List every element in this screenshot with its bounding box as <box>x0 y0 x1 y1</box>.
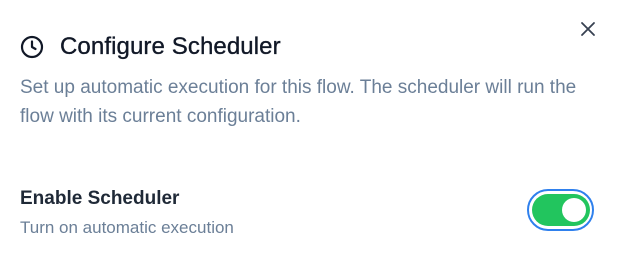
dialog-description: Set up automatic execution for this flow… <box>20 77 577 127</box>
enable-scheduler-label: Enable Scheduler <box>20 188 180 209</box>
toggle-track <box>531 194 590 226</box>
enable-scheduler-sublabel: Turn on automatic execution <box>20 218 234 237</box>
configure-scheduler-dialog: Configure Scheduler Set up automatic exe… <box>0 0 624 273</box>
close-button[interactable] <box>578 21 598 41</box>
dialog-header: Configure Scheduler <box>20 32 281 62</box>
dialog-title: Configure Scheduler <box>60 33 281 60</box>
toggle-knob <box>561 198 586 222</box>
enable-scheduler-toggle[interactable] <box>527 189 594 231</box>
clock-icon <box>20 35 44 59</box>
close-icon <box>580 21 596 42</box>
